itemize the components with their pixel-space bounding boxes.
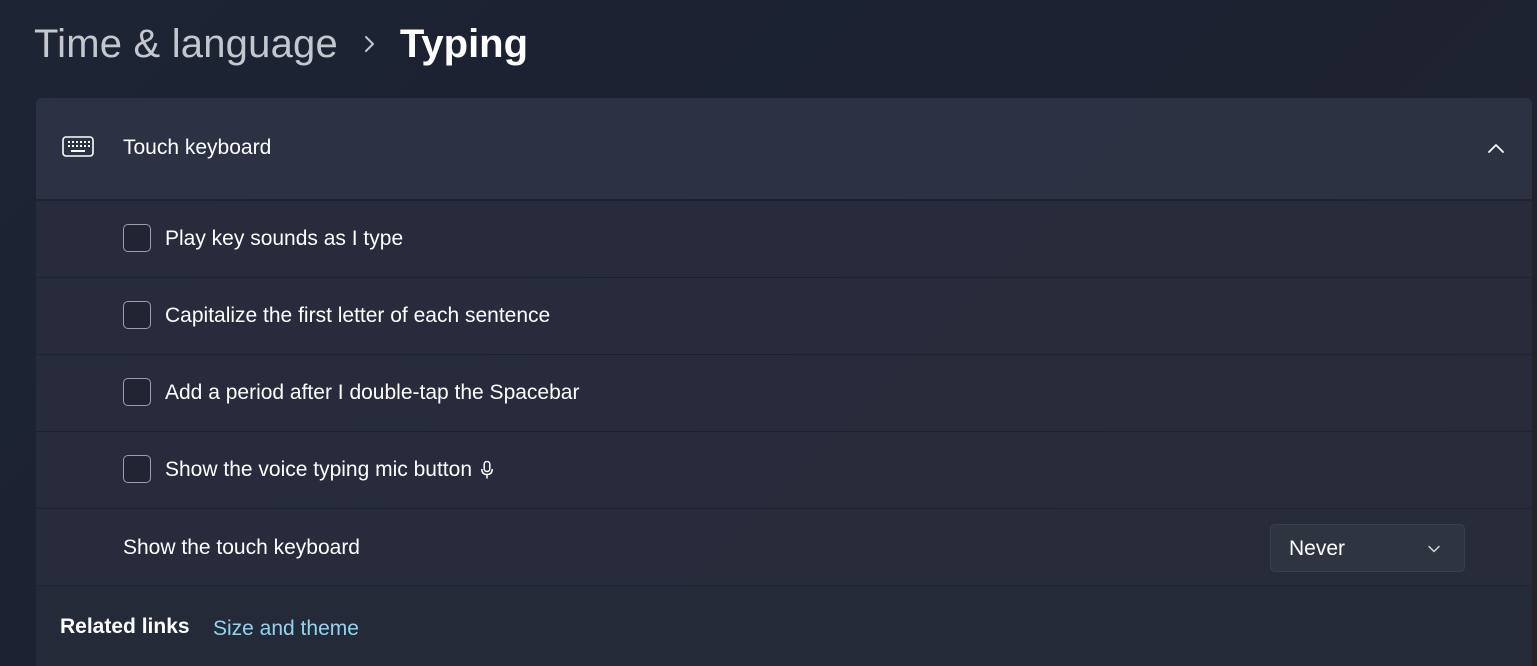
option-row-period: Add a period after I double-tap the Spac… <box>36 355 1532 431</box>
show-touch-keyboard-dropdown[interactable]: Never <box>1270 524 1465 572</box>
microphone-icon <box>480 460 494 480</box>
chevron-right-icon <box>338 34 400 54</box>
show-touch-keyboard-row: Show the touch keyboard Never <box>36 509 1532 585</box>
breadcrumb: Time & language Typing <box>34 16 528 72</box>
related-links-row: Related links Size and theme <box>36 586 1532 666</box>
breadcrumb-parent-link[interactable]: Time & language <box>34 22 338 67</box>
size-and-theme-link[interactable]: Size and theme <box>213 617 359 641</box>
option-label: Play key sounds as I type <box>165 227 404 250</box>
option-row-voice-mic: Show the voice typing mic button <box>36 432 1532 508</box>
option-row-capitalize: Capitalize the first letter of each sent… <box>36 278 1532 354</box>
key-sounds-checkbox[interactable] <box>123 224 151 252</box>
chevron-up-icon[interactable] <box>1486 138 1506 158</box>
period-checkbox[interactable] <box>123 378 151 406</box>
option-row-key-sounds: Play key sounds as I type <box>36 201 1532 277</box>
chevron-down-icon <box>1426 541 1442 557</box>
keyboard-icon <box>62 135 94 159</box>
page-title: Typing <box>399 21 529 66</box>
dropdown-selected-value: Never <box>1289 537 1346 560</box>
show-touch-keyboard-label: Show the touch keyboard <box>123 536 360 559</box>
option-label-wrap: Show the voice typing mic button <box>165 458 494 482</box>
option-label: Add a period after I double-tap the Spac… <box>165 381 580 404</box>
option-label: Capitalize the first letter of each sent… <box>165 304 551 327</box>
touch-keyboard-expander[interactable]: Touch keyboard <box>36 98 1532 199</box>
related-links-title: Related links <box>60 615 190 638</box>
touch-keyboard-panel: Touch keyboard Play key sounds as I type… <box>36 98 1532 666</box>
voice-mic-checkbox[interactable] <box>123 455 151 483</box>
touch-keyboard-title: Touch keyboard <box>123 136 272 159</box>
capitalize-checkbox[interactable] <box>123 301 151 329</box>
option-label: Show the voice typing mic button <box>165 458 473 481</box>
